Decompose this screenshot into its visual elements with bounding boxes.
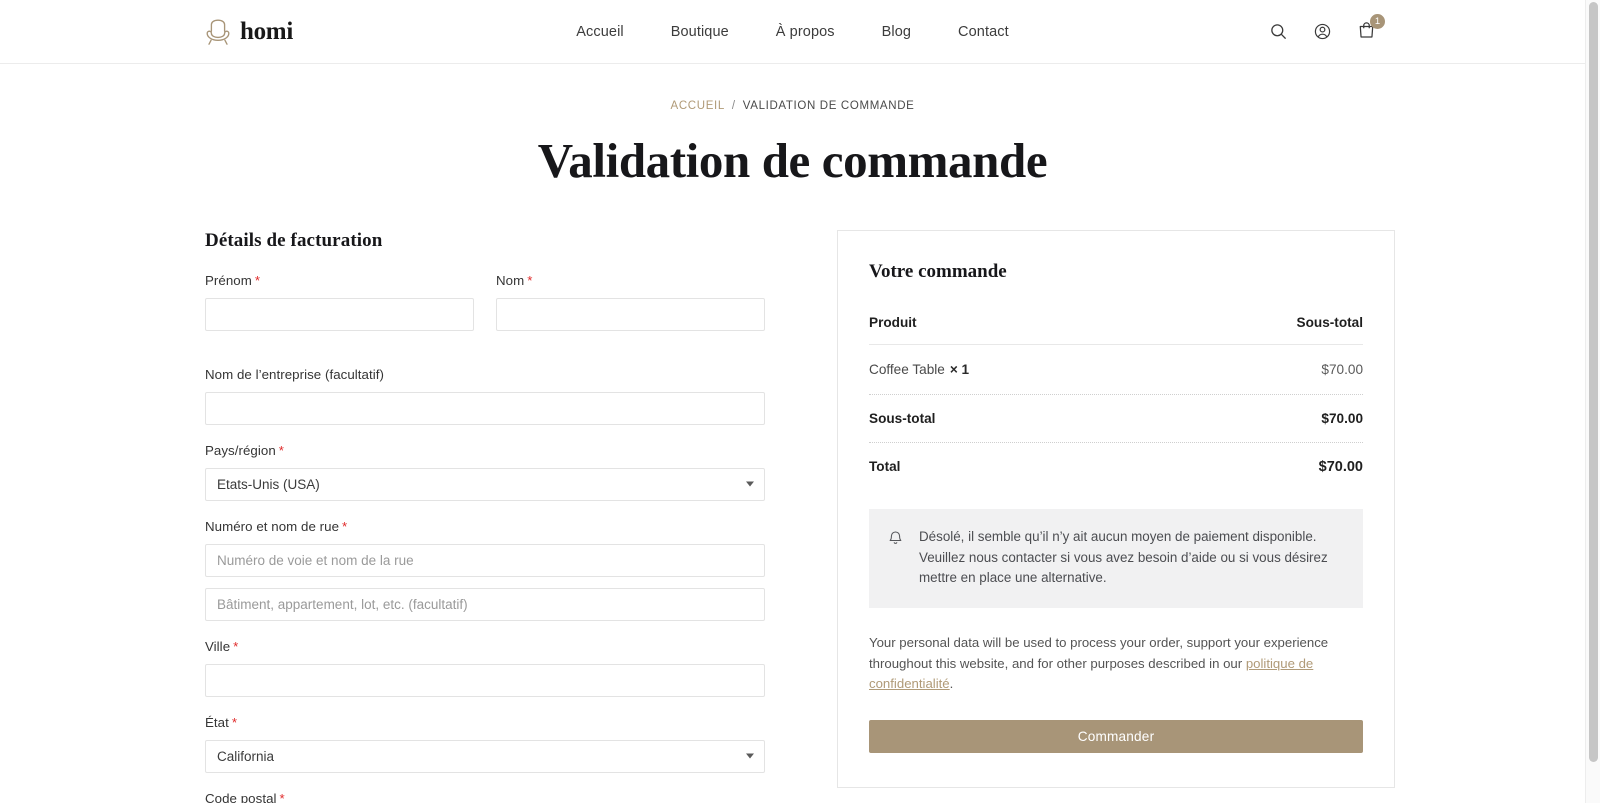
- nav-item-contact[interactable]: Contact: [958, 16, 1009, 48]
- bell-icon: [887, 527, 904, 589]
- order-summary-panel: Votre commande Produit Sous-total Coffee…: [837, 229, 1395, 788]
- billing-details-section: Détails de facturation Prénom * Nom * No…: [205, 230, 765, 803]
- required-marker: *: [231, 714, 238, 730]
- header-actions: 1: [1267, 13, 1385, 43]
- last-name-input[interactable]: [496, 297, 765, 331]
- site-header: homi Accueil Boutique À propos Blog Cont…: [0, 0, 1585, 64]
- no-payment-methods-notice: Désolé, il semble qu’il n’y ait aucun mo…: [869, 508, 1363, 609]
- field-country: Pays/région * Etats-Unis (USA): [205, 443, 765, 501]
- page-scrollbar-thumb[interactable]: [1589, 2, 1598, 762]
- order-item-name-wrap: Coffee Table × 1: [869, 362, 969, 377]
- billing-section-title: Détails de facturation: [205, 229, 383, 251]
- site-logo-text: homi: [240, 18, 293, 45]
- cart-button[interactable]: 1: [1355, 13, 1385, 43]
- required-marker: *: [233, 638, 239, 654]
- city-input[interactable]: [205, 663, 765, 697]
- page-head: ACCUEIL / VALIDATION DE COMMANDE Validat…: [0, 64, 1585, 188]
- checkout-layout: Détails de facturation Prénom * Nom * No…: [0, 229, 1585, 803]
- first-name-input[interactable]: [205, 297, 474, 331]
- field-last-name: Nom *: [496, 273, 765, 331]
- order-col-subtotal: Sous-total: [1296, 314, 1363, 330]
- field-postcode: Code postal *: [205, 791, 765, 803]
- name-fields-row: Prénom * Nom *: [205, 273, 765, 349]
- order-total-label: Total: [869, 458, 901, 474]
- postcode-label: Code postal *: [205, 791, 765, 803]
- order-total-amount: $70.00: [1318, 458, 1363, 475]
- breadcrumb-home[interactable]: ACCUEIL: [671, 100, 725, 112]
- first-name-label: Prénom *: [205, 273, 474, 288]
- last-name-label-text: Nom: [496, 272, 525, 288]
- breadcrumb-current: VALIDATION DE COMMANDE: [742, 100, 915, 112]
- nav-item-boutique[interactable]: Boutique: [671, 16, 729, 48]
- privacy-policy-text: Your personal data will be used to proce…: [869, 633, 1363, 694]
- field-first-name: Prénom *: [205, 273, 474, 331]
- country-select-value: Etats-Unis (USA): [217, 476, 320, 492]
- armchair-logo-icon: [205, 18, 231, 46]
- privacy-text-after: .: [949, 676, 954, 692]
- page-title: Validation de commande: [537, 133, 1048, 188]
- order-item-quantity: × 1: [949, 361, 970, 377]
- state-select[interactable]: California: [205, 739, 765, 773]
- street-label-text: Numéro et nom de rue: [205, 518, 340, 534]
- country-select[interactable]: Etats-Unis (USA): [205, 467, 765, 501]
- country-label: Pays/région *: [205, 443, 765, 458]
- company-label: Nom de l’entreprise (facultatif): [205, 366, 384, 382]
- state-label: État *: [205, 715, 765, 730]
- main-navigation: Accueil Boutique À propos Blog Contact: [576, 16, 1008, 48]
- field-city: Ville *: [205, 639, 765, 697]
- required-marker: *: [278, 442, 285, 458]
- postcode-label-text: Code postal: [205, 790, 277, 803]
- cart-count-badge: 1: [1370, 13, 1385, 29]
- search-icon[interactable]: [1267, 21, 1289, 43]
- last-name-label: Nom *: [496, 273, 765, 288]
- field-street-address: Numéro et nom de rue *: [205, 519, 765, 621]
- order-summary-section: Votre commande Produit Sous-total Coffee…: [837, 229, 1395, 788]
- state-select-value: California: [217, 748, 275, 764]
- required-marker: *: [254, 272, 261, 288]
- street-address-2-input[interactable]: [205, 587, 765, 621]
- required-marker: *: [279, 790, 285, 803]
- order-subtotal-row: Sous-total $70.00: [869, 395, 1363, 442]
- required-marker: *: [527, 272, 533, 288]
- country-select-wrap: Etats-Unis (USA): [205, 467, 765, 501]
- nav-item-accueil[interactable]: Accueil: [576, 16, 623, 48]
- state-select-wrap: California: [205, 739, 765, 773]
- country-label-text: Pays/région: [205, 442, 276, 458]
- first-name-label-text: Prénom: [205, 272, 252, 288]
- page-viewport: homi Accueil Boutique À propos Blog Cont…: [0, 0, 1600, 803]
- order-total-row: Total $70.00: [869, 443, 1363, 491]
- order-subtotal-label: Sous-total: [869, 410, 936, 426]
- breadcrumb: ACCUEIL / VALIDATION DE COMMANDE: [0, 100, 1585, 112]
- page-scroll-area: homi Accueil Boutique À propos Blog Cont…: [0, 0, 1585, 803]
- order-table-header: Produit Sous-total: [869, 315, 1363, 345]
- site-logo[interactable]: homi: [205, 18, 293, 46]
- place-order-button[interactable]: Commander: [869, 719, 1363, 753]
- breadcrumb-separator: /: [731, 100, 736, 112]
- field-company: Nom de l’entreprise (facultatif): [205, 367, 765, 425]
- street-label: Numéro et nom de rue *: [205, 519, 765, 534]
- order-subtotal-amount: $70.00: [1321, 410, 1363, 426]
- order-summary-title: Votre commande: [869, 260, 1007, 282]
- user-account-icon[interactable]: [1311, 21, 1333, 43]
- order-item-name: Coffee Table: [869, 361, 945, 377]
- order-item-row: Coffee Table × 1 $70.00: [869, 345, 1363, 394]
- field-state: État * California: [205, 715, 765, 773]
- company-input[interactable]: [205, 391, 765, 425]
- required-marker: *: [342, 518, 348, 534]
- street-address-1-input[interactable]: [205, 543, 765, 577]
- notice-message: Désolé, il semble qu’il n’y ait aucun mo…: [919, 528, 1328, 586]
- nav-item-a-propos[interactable]: À propos: [776, 16, 835, 48]
- state-label-text: État: [205, 714, 229, 730]
- city-label-text: Ville: [205, 638, 231, 654]
- order-table: Produit Sous-total Coffee Table × 1 $70.0…: [869, 315, 1363, 491]
- order-col-product: Produit: [869, 314, 917, 330]
- nav-item-blog[interactable]: Blog: [882, 16, 911, 48]
- order-item-amount: $70.00: [1321, 361, 1363, 377]
- city-label: Ville *: [205, 639, 765, 654]
- page-scrollbar-track[interactable]: [1585, 0, 1600, 803]
